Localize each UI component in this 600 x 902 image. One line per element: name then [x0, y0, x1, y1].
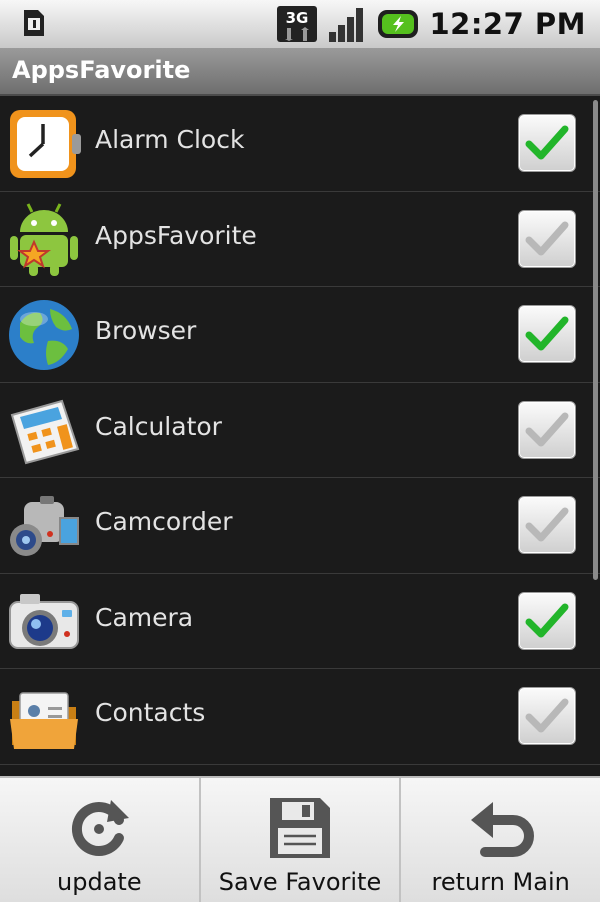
list-scrollbar[interactable] [593, 100, 598, 580]
options-menu: update Save Favorite return Main [0, 776, 600, 902]
favorite-checkbox[interactable] [518, 114, 576, 172]
battery-charging-icon [378, 10, 419, 38]
app-list[interactable]: Alarm Clock AppsFavorite Browser Calcula… [0, 96, 600, 776]
app-label: Calculator [95, 411, 222, 441]
status-clock: 12:27 PM [429, 7, 586, 41]
checkmark-icon [525, 698, 569, 733]
status-bar: 3G 12:27 PM [0, 0, 600, 48]
checkmark-icon [525, 221, 569, 255]
favorite-checkbox[interactable] [518, 209, 576, 268]
app-row-contacts[interactable]: Contacts [0, 669, 600, 765]
update-button[interactable]: update [0, 778, 201, 902]
app-row-camera[interactable]: Camera [0, 574, 600, 669]
save-favorite-button[interactable]: Save Favorite [201, 778, 402, 902]
favorite-checkbox[interactable] [518, 591, 576, 650]
favorite-checkbox[interactable] [518, 400, 576, 459]
camcorder-icon [10, 496, 79, 556]
app-row-browser[interactable]: Browser [0, 287, 600, 383]
return-arrow-icon [470, 802, 534, 857]
3g-data-icon: 3G [277, 6, 318, 42]
checkmark-icon [525, 507, 569, 542]
save-favorite-label: Save Favorite [218, 868, 382, 896]
sim-card-icon [24, 10, 44, 36]
checkmark-icon [525, 125, 569, 160]
floppy-disk-icon [270, 798, 330, 858]
app-label: Camera [95, 602, 194, 632]
app-row-calculator[interactable]: Calculator [0, 383, 600, 478]
contacts-folder-icon [10, 692, 78, 749]
favorite-checkbox[interactable] [518, 305, 576, 363]
return-main-button[interactable]: return Main [401, 778, 600, 902]
checkmark-icon [525, 603, 569, 637]
signal-strength-icon [329, 8, 364, 42]
app-row-appsfavorite[interactable]: AppsFavorite [0, 192, 600, 287]
app-label: AppsFavorite [95, 220, 257, 250]
app-label: Browser [95, 316, 197, 345]
app-label: Contacts [95, 698, 206, 727]
app-label: Camcorder [95, 507, 233, 536]
checkmark-icon [525, 316, 569, 351]
return-main-label: return Main [431, 868, 570, 896]
app-title: AppsFavorite [12, 56, 191, 84]
network-type-label: 3G [286, 9, 309, 27]
android-robot-icon [10, 202, 78, 276]
update-label: update [57, 868, 142, 896]
camera-icon [9, 593, 79, 649]
alarm-clock-icon [10, 110, 81, 178]
app-row-alarm-clock[interactable]: Alarm Clock [0, 96, 600, 192]
globe-icon [9, 300, 79, 370]
app-label: Alarm Clock [95, 125, 245, 154]
checkmark-icon [525, 412, 569, 446]
refresh-icon [72, 800, 130, 856]
calculator-icon [10, 399, 80, 464]
title-bar: AppsFavorite [0, 48, 600, 96]
app-row-camcorder[interactable]: Camcorder [0, 478, 600, 574]
favorite-checkbox[interactable] [518, 687, 576, 745]
favorite-checkbox[interactable] [518, 496, 576, 554]
